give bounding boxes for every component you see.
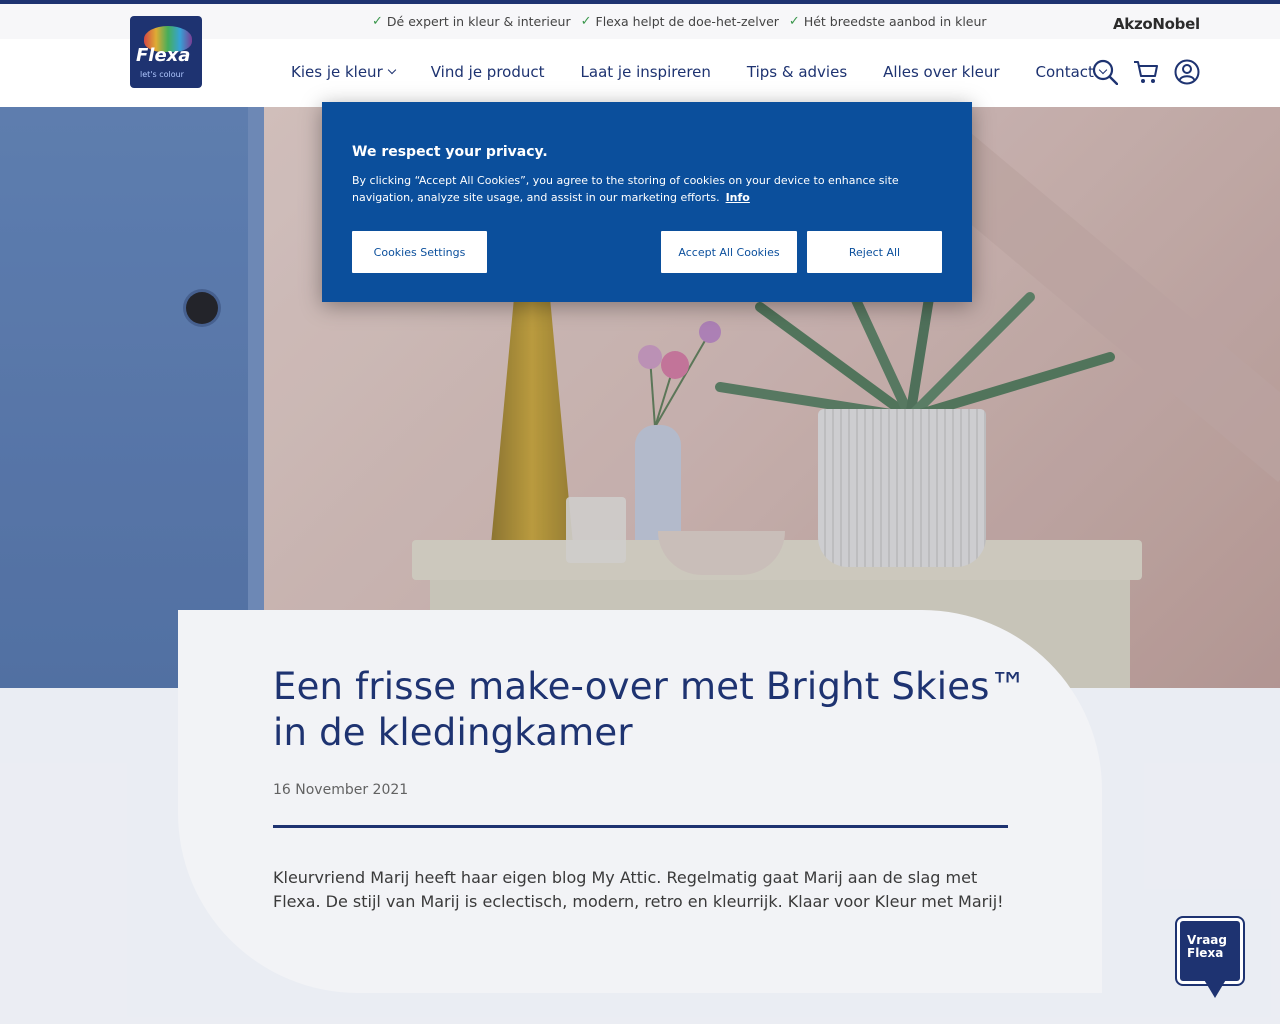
article-date: 16 November 2021 bbox=[273, 782, 409, 798]
search-button[interactable] bbox=[1091, 58, 1118, 86]
flexa-logo[interactable]: Flexa let's colour bbox=[130, 16, 202, 88]
nav-item-kies-je-kleur[interactable]: Kies je kleur bbox=[291, 63, 396, 81]
search-icon bbox=[1092, 59, 1118, 85]
divider bbox=[273, 825, 1008, 828]
nav-item-label: Contact bbox=[1035, 63, 1094, 81]
article-title: Een frisse make-over met Bright Skies™ i… bbox=[273, 665, 1027, 754]
cookies-settings-button[interactable]: Cookies Settings bbox=[352, 231, 487, 273]
usp-list: ✓ Dé expert in kleur & interieur ✓ Flexa h… bbox=[372, 14, 987, 29]
nav-item-label: Kies je kleur bbox=[291, 63, 383, 81]
usp-text: Dé expert in kleur & interieur bbox=[386, 14, 571, 29]
nav-item-label: Tips & advies bbox=[746, 63, 848, 81]
accept-all-cookies-button[interactable]: Accept All Cookies bbox=[661, 231, 797, 273]
usp-text: Flexa helpt de doe-het-zelver bbox=[595, 14, 779, 29]
chat-bubble-tail bbox=[1203, 978, 1227, 998]
usp-item: ✓ Dé expert in kleur & interieur bbox=[372, 14, 571, 29]
cart-icon bbox=[1133, 61, 1158, 83]
cookie-text: By clicking “Accept All Cookies”, you ag… bbox=[352, 172, 952, 206]
cookie-info-link[interactable]: Info bbox=[726, 191, 750, 204]
nav-item-label: Vind je product bbox=[430, 63, 545, 81]
usp-text: Hét breedste aanbod in kleur bbox=[803, 14, 987, 29]
nav-item-vind-je-product[interactable]: Vind je product bbox=[431, 63, 545, 81]
nav-item-tips-advies[interactable]: Tips & advies bbox=[747, 63, 847, 81]
check-icon: ✓ bbox=[580, 14, 592, 29]
nav-item-label: Laat je inspireren bbox=[580, 63, 711, 81]
cookie-title: We respect your privacy. bbox=[352, 144, 548, 160]
nav-item-label: Alles over kleur bbox=[883, 63, 1000, 81]
cookie-body: By clicking “Accept All Cookies”, you ag… bbox=[352, 174, 899, 204]
logo-tagline: let's colour bbox=[140, 70, 184, 79]
header-icons bbox=[1091, 58, 1200, 86]
nav-item-alles-over-kleur[interactable]: Alles over kleur bbox=[883, 63, 999, 81]
akzonobel-logo[interactable]: AkzoNobel bbox=[1113, 15, 1200, 33]
reject-all-button[interactable]: Reject All bbox=[807, 231, 942, 273]
cookie-banner: We respect your privacy. By clicking “Ac… bbox=[322, 102, 972, 302]
account-icon bbox=[1174, 59, 1199, 85]
usp-item: ✓ Flexa helpt de doe-het-zelver bbox=[581, 14, 779, 29]
main-nav: Kies je kleur Vind je product Laat je in… bbox=[291, 63, 1108, 81]
cart-button[interactable] bbox=[1132, 58, 1159, 86]
article-intro: Kleurvriend Marij heeft haar eigen blog … bbox=[273, 868, 1004, 911]
account-button[interactable] bbox=[1173, 58, 1200, 86]
chat-label: Vraag Flexa bbox=[1187, 934, 1227, 960]
logo-brand-text: Flexa bbox=[136, 45, 191, 66]
nav-item-laat-je-inspireren[interactable]: Laat je inspireren bbox=[581, 63, 711, 81]
usp-item: ✓ Hét breedste aanbod in kleur bbox=[789, 14, 987, 29]
check-icon: ✓ bbox=[372, 14, 383, 29]
check-icon: ✓ bbox=[788, 14, 800, 29]
chat-label-line: Flexa bbox=[1187, 946, 1224, 960]
vraag-flexa-chat-button[interactable]: Vraag Flexa bbox=[1175, 916, 1245, 1000]
chevron-down-icon bbox=[387, 65, 396, 75]
